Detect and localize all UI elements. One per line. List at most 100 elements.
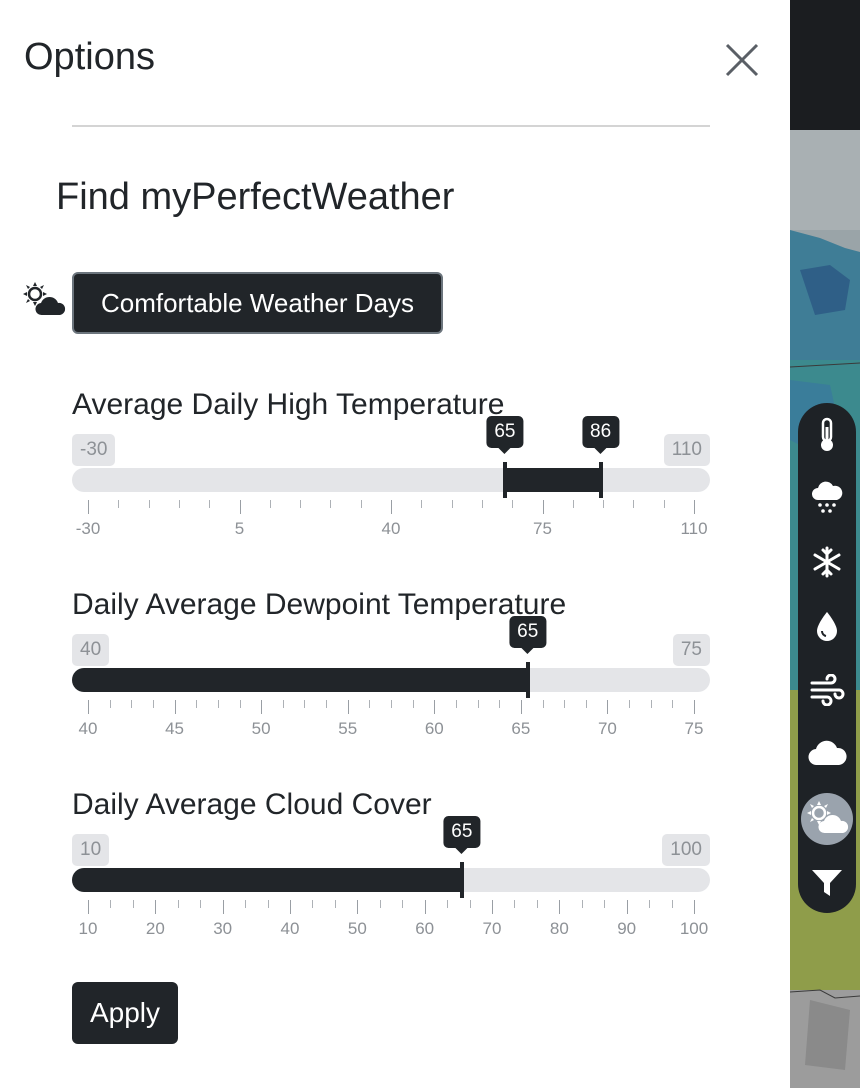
tick-label: 75	[533, 519, 552, 538]
minor-tick	[379, 900, 381, 908]
minor-tick	[267, 900, 269, 908]
wind-tool[interactable]	[801, 664, 853, 716]
minor-tick	[663, 500, 665, 508]
major-tick	[290, 900, 291, 914]
major-tick	[155, 900, 157, 914]
tick-label: 75	[684, 719, 704, 738]
apply-button[interactable]: Apply	[72, 982, 178, 1044]
slider-track[interactable]	[72, 668, 710, 692]
major-tick	[424, 900, 426, 914]
minor-tick	[217, 700, 219, 708]
major-tick	[357, 900, 359, 914]
tick-label: 45	[165, 719, 185, 738]
tick-label: 100	[679, 919, 709, 938]
minor-tick	[360, 500, 362, 508]
minor-tick	[178, 500, 180, 508]
snowflake-icon	[813, 546, 841, 578]
slider-handle-high[interactable]	[598, 462, 603, 498]
tick-label: 10	[78, 919, 98, 938]
slider-value: 65	[443, 816, 481, 854]
slider-handle-low[interactable]	[502, 462, 507, 498]
minor-tick	[477, 700, 479, 708]
minor-tick	[369, 700, 371, 708]
slider-track[interactable]	[72, 868, 710, 892]
major-tick	[607, 700, 609, 714]
major-tick	[492, 900, 493, 914]
minor-tick	[148, 500, 150, 508]
tick-label: 65	[511, 719, 531, 738]
minor-tick	[421, 500, 423, 508]
slider-selected-range	[72, 668, 528, 692]
minor-tick	[312, 900, 314, 908]
minor-tick	[110, 900, 112, 908]
comfortable-weather-days-button[interactable]: Comfortable Weather Days	[72, 272, 443, 334]
sun-cloud-icon	[23, 282, 66, 316]
slider-label: Daily Average Dewpoint Temperature	[72, 588, 567, 621]
minor-tick	[633, 500, 635, 508]
minor-tick	[282, 700, 284, 708]
major-tick	[694, 700, 695, 714]
major-tick	[261, 700, 263, 714]
snow-tool[interactable]	[801, 536, 853, 588]
minor-tick	[300, 500, 302, 508]
slider-handle[interactable]	[459, 862, 464, 898]
slider-label: Daily Average Cloud Cover	[72, 788, 432, 821]
minor-tick	[451, 500, 453, 508]
tick-label: 30	[213, 919, 233, 938]
slider-handle[interactable]	[525, 662, 530, 698]
major-tick	[542, 500, 544, 514]
minor-tick	[196, 700, 198, 708]
tick-label: 70	[482, 919, 502, 938]
humidity-tool[interactable]	[801, 600, 853, 652]
minor-tick	[469, 900, 471, 908]
section-heading: Find myPerfectWeather	[56, 176, 455, 218]
minor-tick	[564, 700, 566, 708]
slider-label: Average Daily High Temperature	[72, 388, 505, 421]
slider-min-label: 40	[72, 634, 110, 666]
major-tick	[559, 900, 561, 914]
minor-tick	[402, 900, 404, 908]
major-tick	[391, 500, 392, 514]
major-tick	[434, 700, 436, 714]
perfect-weather-tool[interactable]	[801, 793, 853, 845]
close-icon	[725, 43, 759, 77]
major-tick	[694, 500, 695, 514]
minor-tick	[671, 900, 673, 908]
slider-max-label: 100	[662, 834, 710, 866]
cloud-tool[interactable]	[801, 728, 853, 780]
major-tick	[174, 700, 176, 714]
minor-tick	[132, 900, 134, 908]
slider-high-temperature: Average Daily High Temperature -30 110 6…	[72, 388, 710, 558]
minor-tick	[585, 700, 587, 708]
minor-tick	[200, 900, 202, 908]
minor-tick	[177, 900, 179, 908]
slider-min-label: 10	[72, 834, 110, 866]
map-header-area	[790, 0, 860, 130]
minor-tick	[239, 700, 241, 708]
slider-max-label: 75	[672, 634, 710, 666]
tick-label: 20	[145, 919, 165, 938]
minor-tick	[455, 700, 457, 708]
thermometer-tool[interactable]	[801, 409, 853, 461]
tick-label: -30	[75, 519, 101, 538]
thermometer-icon	[821, 417, 833, 451]
minor-tick	[326, 700, 328, 708]
major-tick	[694, 900, 695, 914]
filter-tool[interactable]	[801, 857, 853, 909]
precipitation-tool[interactable]	[801, 472, 853, 524]
close-button[interactable]	[722, 40, 762, 80]
slider-min-label: -30	[72, 434, 116, 466]
tick-label: 50	[347, 919, 367, 938]
cloud-icon	[808, 740, 847, 766]
minor-tick	[542, 700, 544, 708]
slider-scale: 10 20 30 40 50 60 70 80 90 100	[72, 896, 710, 938]
slider-track[interactable]	[72, 468, 710, 492]
minor-tick	[581, 900, 583, 908]
tick-label: 55	[338, 719, 358, 738]
minor-tick	[412, 700, 414, 708]
slider-selected-range	[72, 868, 462, 892]
minor-tick	[603, 500, 605, 508]
minor-tick	[499, 700, 501, 708]
slider-scale: -30 5 40 75 110	[72, 496, 710, 538]
tick-label: 80	[549, 919, 569, 938]
